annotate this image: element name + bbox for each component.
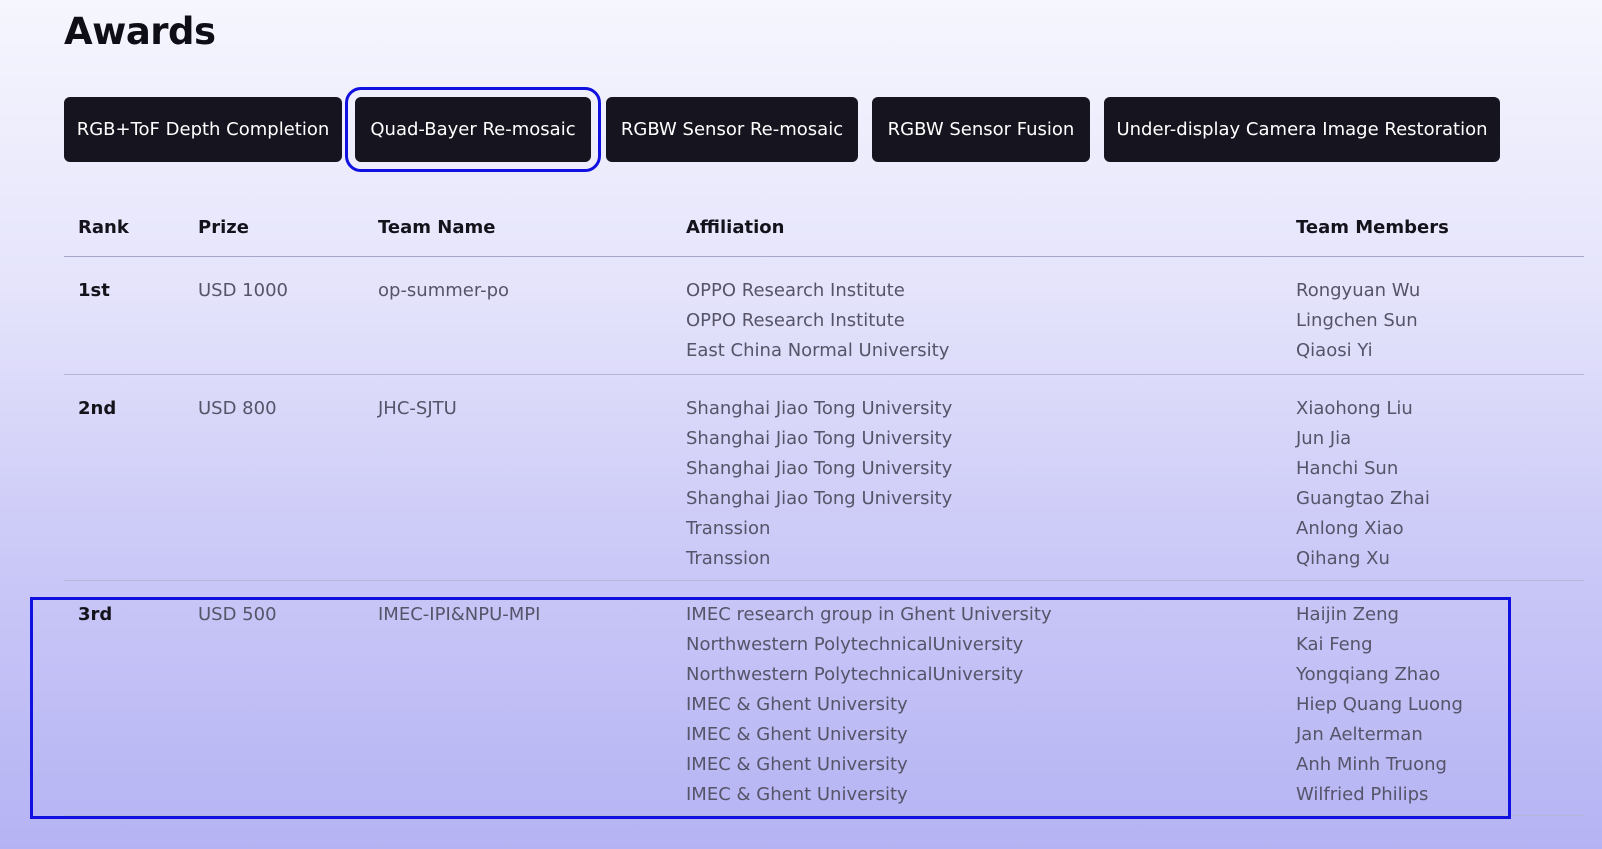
member-name: Jan Aelterman bbox=[1296, 724, 1423, 745]
affiliation-line: Northwestern PolytechnicalUniversity bbox=[686, 664, 1024, 685]
header-team-members: Team Members bbox=[1296, 217, 1449, 238]
tab-rgbw-sensor-fusion[interactable]: RGBW Sensor Fusion bbox=[872, 97, 1090, 162]
team-members-cell: Rongyuan Wu Lingchen Sun Qiaosi Yi bbox=[1296, 276, 1420, 366]
prize-cell: USD 1000 bbox=[198, 280, 288, 301]
affiliation-line: IMEC & Ghent University bbox=[686, 724, 908, 745]
affiliation-line: Transsion bbox=[686, 518, 771, 539]
rank-cell: 3rd bbox=[78, 604, 113, 625]
member-name: Hanchi Sun bbox=[1296, 458, 1399, 479]
table-header: Rank Prize Team Name Affiliation Team Me… bbox=[64, 200, 1584, 257]
affiliation-cell: IMEC research group in Ghent University … bbox=[686, 600, 1052, 810]
member-name: Qiaosi Yi bbox=[1296, 340, 1373, 361]
affiliation-line: Shanghai Jiao Tong University bbox=[686, 488, 953, 509]
header-team-name: Team Name bbox=[378, 217, 496, 238]
awards-table: Rank Prize Team Name Affiliation Team Me… bbox=[64, 200, 1584, 816]
affiliation-line: OPPO Research Institute bbox=[686, 280, 905, 301]
affiliation-line: Transsion bbox=[686, 548, 771, 569]
table-row: 2nd USD 800 JHC-SJTU Shanghai Jiao Tong … bbox=[64, 375, 1584, 581]
member-name: Rongyuan Wu bbox=[1296, 280, 1421, 301]
affiliation-line: IMEC & Ghent University bbox=[686, 694, 908, 715]
team-name-cell: op-summer-po bbox=[378, 280, 510, 301]
member-name: Anh Minh Truong bbox=[1296, 754, 1447, 775]
affiliation-cell: OPPO Research Institute OPPO Research In… bbox=[686, 276, 949, 366]
prize-cell: USD 500 bbox=[198, 604, 277, 625]
table-row: 3rd USD 500 IMEC-IPI&NPU-MPI IMEC resear… bbox=[64, 581, 1584, 816]
affiliation-cell: Shanghai Jiao Tong University Shanghai J… bbox=[686, 394, 952, 574]
member-name: Kai Feng bbox=[1296, 634, 1373, 655]
rank-cell: 1st bbox=[78, 280, 110, 301]
rank-cell: 2nd bbox=[78, 398, 117, 419]
member-name: Jun Jia bbox=[1296, 428, 1352, 449]
member-name: Qihang Xu bbox=[1296, 548, 1390, 569]
tab-rgb-tof-depth-completion[interactable]: RGB+ToF Depth Completion bbox=[64, 97, 342, 162]
affiliation-line: Northwestern PolytechnicalUniversity bbox=[686, 634, 1024, 655]
member-name: Anlong Xiao bbox=[1296, 518, 1404, 539]
tab-rgbw-sensor-re-mosaic[interactable]: RGBW Sensor Re-mosaic bbox=[606, 97, 858, 162]
team-members-cell: Haijin Zeng Kai Feng Yongqiang Zhao Hiep… bbox=[1296, 600, 1463, 810]
member-name: Wilfried Philips bbox=[1296, 784, 1429, 805]
table-row: 1st USD 1000 op-summer-po OPPO Research … bbox=[64, 257, 1584, 375]
tab-under-display-camera-image-restoration[interactable]: Under-display Camera Image Restoration bbox=[1104, 97, 1500, 162]
affiliation-line: IMEC research group in Ghent University bbox=[686, 604, 1052, 625]
member-name: Lingchen Sun bbox=[1296, 310, 1418, 331]
header-prize: Prize bbox=[198, 217, 249, 238]
affiliation-line: Shanghai Jiao Tong University bbox=[686, 398, 953, 419]
team-name-cell: JHC-SJTU bbox=[378, 398, 457, 419]
prize-cell: USD 800 bbox=[198, 398, 277, 419]
affiliation-line: IMEC & Ghent University bbox=[686, 784, 908, 805]
team-name-cell: IMEC-IPI&NPU-MPI bbox=[378, 604, 541, 625]
header-affiliation: Affiliation bbox=[686, 217, 785, 238]
member-name: Haijin Zeng bbox=[1296, 604, 1399, 625]
affiliation-line: IMEC & Ghent University bbox=[686, 754, 908, 775]
affiliation-line: Shanghai Jiao Tong University bbox=[686, 458, 953, 479]
header-rank: Rank bbox=[78, 217, 129, 238]
affiliation-line: OPPO Research Institute bbox=[686, 310, 905, 331]
affiliation-line: East China Normal University bbox=[686, 340, 950, 361]
member-name: Hiep Quang Luong bbox=[1296, 694, 1463, 715]
affiliation-line: Shanghai Jiao Tong University bbox=[686, 428, 953, 449]
member-name: Guangtao Zhai bbox=[1296, 488, 1430, 509]
member-name: Yongqiang Zhao bbox=[1296, 664, 1441, 685]
tab-quad-bayer-re-mosaic[interactable]: Quad-Bayer Re-mosaic bbox=[345, 87, 601, 172]
challenge-tabs: RGB+ToF Depth Completion Quad-Bayer Re-m… bbox=[0, 0, 1602, 200]
member-name: Xiaohong Liu bbox=[1296, 398, 1413, 419]
team-members-cell: Xiaohong Liu Jun Jia Hanchi Sun Guangtao… bbox=[1296, 394, 1430, 574]
